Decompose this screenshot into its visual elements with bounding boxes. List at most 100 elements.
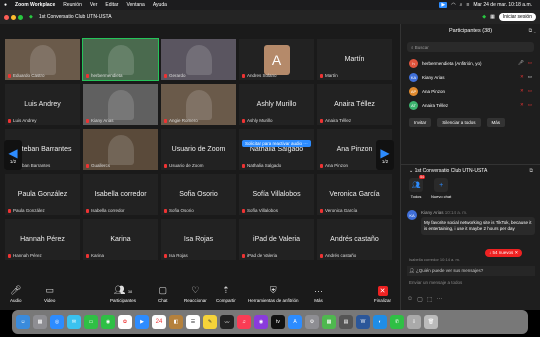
zoom-dock-icon[interactable]: ▶ xyxy=(135,315,149,329)
participant-tile[interactable]: Isa Rojas Isa Rojas xyxy=(160,218,237,261)
new-messages-button[interactable]: ↓ 54 nuevos ✕ xyxy=(485,249,523,257)
participant-tile[interactable]: Luis Andrey Luis Andrey xyxy=(4,83,81,126)
participant-tile[interactable]: Hannah Pérez Hannah Pérez xyxy=(4,218,81,261)
participant-row[interactable]: h herbermendieta (Anfitrión, yo) 🎤︎ ▭ xyxy=(401,56,540,70)
participant-row[interactable]: AT Anaira Téllez ✕ ▭ xyxy=(401,98,540,112)
participant-tile[interactable]: Nathalia Salgado Nathalia Salgado xyxy=(238,128,315,171)
chevron-down-icon[interactable]: ⌄ xyxy=(409,168,413,174)
notes-icon[interactable]: ✎ xyxy=(203,315,217,329)
whatsapp-icon[interactable]: ✆ xyxy=(390,315,404,329)
apple-icon[interactable]: ● xyxy=(4,2,7,8)
share-button[interactable]: ⇡ Compartir xyxy=(216,285,236,303)
host-tools-button[interactable]: ⛨ Herramientas de anfitrión xyxy=(248,285,299,303)
shield-icon[interactable]: ◆ xyxy=(29,14,33,20)
participant-tile[interactable]: Ashly Murillo Ashly Murillo xyxy=(238,83,315,126)
freeform-icon[interactable]: 〰 xyxy=(220,315,234,329)
menu-item-reunion[interactable]: Reunión xyxy=(63,2,82,8)
chat-popout-icon[interactable]: ⧉ xyxy=(529,168,533,174)
word-icon[interactable]: W xyxy=(356,315,370,329)
participant-row[interactable]: AP Ana Pinzon ✕ ▭ xyxy=(401,84,540,98)
chat-button[interactable]: ▢ Chat xyxy=(158,285,168,303)
more-dots-icon[interactable]: ··· xyxy=(436,296,442,303)
sign-in-button[interactable]: Iniciar sesión xyxy=(498,13,536,21)
participant-tile[interactable]: Karina Karina xyxy=(82,218,159,261)
contacts-icon[interactable]: ◧ xyxy=(169,315,183,329)
more-button[interactable]: ··· Más xyxy=(314,286,323,303)
audio-button[interactable]: 🎤︎ Audio xyxy=(10,285,22,303)
participant-search-input[interactable]: ⌕ Buscar xyxy=(407,42,534,52)
participant-tile[interactable]: Paula González Paula González xyxy=(4,173,81,216)
screenshot-icon[interactable]: ⬚ xyxy=(427,296,433,303)
finder-files-icon[interactable]: ◐ xyxy=(373,315,387,329)
podcasts-icon[interactable]: ◉ xyxy=(254,315,268,329)
participant-tile[interactable]: Andrés castaño Andrés castaño xyxy=(316,218,393,261)
minimize-window-button[interactable] xyxy=(11,14,16,20)
tab-everyone[interactable]: 👥︎ 54 Todos xyxy=(409,175,425,199)
participant-tile[interactable]: A Andres Solano xyxy=(238,38,315,81)
excel-like-icon[interactable]: ▦ xyxy=(322,315,336,329)
preview-icon[interactable]: ▤ xyxy=(339,315,353,329)
participant-tile[interactable]: Gerardo xyxy=(160,38,237,81)
grid-view-icon[interactable]: ▦ xyxy=(490,14,495,20)
zoom-status-icon[interactable]: ▶ xyxy=(439,2,448,8)
control-center-icon[interactable]: ≡ xyxy=(466,2,469,8)
request-unmute-button[interactable]: Solicitar para reactivar audio ··· xyxy=(242,140,311,147)
security-shield-icon[interactable]: ◆ xyxy=(482,14,486,20)
music-icon[interactable]: ♫ xyxy=(237,315,251,329)
panel-popout-close-icons[interactable]: ⧉ ⌄ xyxy=(529,28,536,34)
tab-new-chat[interactable]: + Nuevo chat xyxy=(431,178,451,199)
downloads-icon[interactable]: ⇩ xyxy=(407,315,421,329)
safari-icon[interactable]: ◎ xyxy=(50,315,64,329)
participant-tile[interactable]: Sofía Villalobos Sofía Villalobos xyxy=(238,173,315,216)
prev-page-button[interactable]: ◀ 1/2 xyxy=(4,140,22,170)
invite-button[interactable]: Invitar xyxy=(409,118,432,127)
file-icon[interactable]: ▢ xyxy=(417,296,423,303)
end-meeting-button[interactable]: ✕ Finalizar xyxy=(374,285,391,303)
facetime-icon[interactable]: ▭ xyxy=(84,315,98,329)
menu-item-ver[interactable]: Ver xyxy=(90,2,98,8)
mute-all-button[interactable]: Silenciar a todos xyxy=(437,118,481,127)
participant-tile[interactable]: Angie Romero xyxy=(160,83,237,126)
participant-tile[interactable]: Veronica García Veronica García xyxy=(316,173,393,216)
react-button[interactable]: ♡ Reaccionar xyxy=(184,285,207,303)
reminders-icon[interactable]: ☰ xyxy=(186,315,200,329)
menu-item-ventana[interactable]: Ventana xyxy=(126,2,144,8)
settings-icon[interactable]: ⚙ xyxy=(305,315,319,329)
close-window-button[interactable] xyxy=(4,14,9,20)
menu-item-ayuda[interactable]: Ayuda xyxy=(153,2,167,8)
next-page-button[interactable]: ▶ 1/2 xyxy=(376,140,394,170)
app-store-icon[interactable]: A xyxy=(288,315,302,329)
participant-tile[interactable]: Sofia Osorio Sofia Osorio xyxy=(160,173,237,216)
tv-icon[interactable]: tv xyxy=(271,315,285,329)
participant-tile[interactable]: Eduardo Castro xyxy=(4,38,81,81)
calendar-icon[interactable]: 24 xyxy=(152,315,166,329)
search-icon[interactable]: ⌕ xyxy=(460,2,463,8)
participant-tile[interactable]: herbermendieta xyxy=(82,38,159,81)
video-button[interactable]: ▭ Video xyxy=(44,285,55,303)
participant-tile[interactable]: Guallercs xyxy=(82,128,159,171)
finder-icon[interactable]: ☺ xyxy=(16,315,30,329)
participant-tile[interactable]: Usuario de Zoom Usuario de Zoom xyxy=(160,128,237,171)
maximize-window-button[interactable] xyxy=(18,14,23,20)
participants-more-button[interactable]: Más xyxy=(486,118,506,127)
who-can-see-link[interactable]: 👤︎ ¿Quién puede ver sus mensajes? xyxy=(407,266,535,276)
chat-input[interactable]: Enviar un mensaje a todos xyxy=(407,278,535,287)
participants-button[interactable]: 👥︎ 38 Participantes xyxy=(110,285,136,303)
participant-caption: Andrés castaño xyxy=(320,253,356,258)
participant-tile[interactable]: Isabella corredor Isabella corredor xyxy=(82,173,159,216)
trash-icon[interactable]: 🗑︎ xyxy=(424,315,438,329)
wifi-icon[interactable]: ◠ xyxy=(451,2,455,8)
participant-tile[interactable]: Martín Martín xyxy=(316,38,393,81)
menu-item-editar[interactable]: Editar xyxy=(105,2,118,8)
participant-tile[interactable]: iPad de Valeria iPad de Valeria xyxy=(238,218,315,261)
launchpad-icon[interactable]: ▦ xyxy=(33,315,47,329)
app-name-menu[interactable]: Zoom Workplace xyxy=(15,2,55,8)
emoji-icon[interactable]: ☺ xyxy=(407,296,413,303)
messages-icon[interactable]: ◉ xyxy=(101,315,115,329)
photos-icon[interactable]: ✿ xyxy=(118,315,132,329)
menubar-datetime[interactable]: Mar 24 de mar. 10:18 a.m. xyxy=(473,2,532,8)
participant-tile[interactable]: Kiany Arias xyxy=(82,83,159,126)
participant-tile[interactable]: Anaira Téllez Anaira Téllez xyxy=(316,83,393,126)
mail-icon[interactable]: ✉ xyxy=(67,315,81,329)
participant-row[interactable]: KA Kiany Arias ✕ ▭ xyxy=(401,70,540,84)
